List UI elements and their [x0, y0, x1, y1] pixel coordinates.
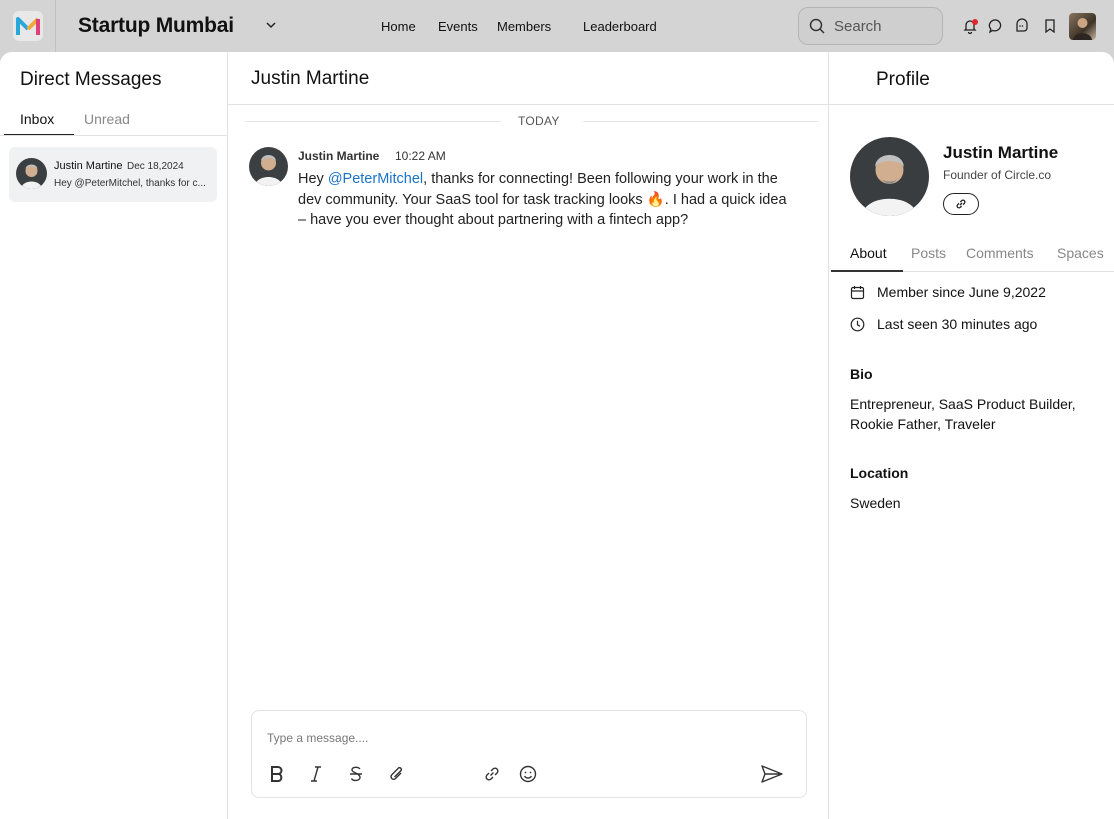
- tab-comments[interactable]: Comments: [966, 245, 1034, 261]
- location-heading: Location: [850, 465, 909, 481]
- message-composer[interactable]: Type a message....: [251, 710, 807, 798]
- main-panel: Direct Messages Inbox Unread Justin Mart…: [0, 52, 1114, 819]
- profile-name: Justin Martine: [943, 143, 1059, 162]
- search-icon: [809, 18, 825, 34]
- profile-header-divider: [829, 104, 1114, 105]
- paperclip-icon: [390, 767, 402, 780]
- send-icon: [761, 765, 783, 783]
- member-since-text: Member since June 9,2022: [877, 284, 1046, 300]
- tab-about[interactable]: About: [850, 245, 887, 261]
- community-logo-icon[interactable]: [12, 11, 43, 41]
- search-placeholder: Search: [834, 17, 882, 35]
- smiley-icon: [519, 765, 537, 783]
- link-icon: [485, 767, 499, 781]
- community-name[interactable]: Startup Mumbai: [78, 14, 234, 38]
- conversation-item[interactable]: Justin Martine Dec 18,2024 Hey @PeterMit…: [9, 147, 217, 202]
- conversation-avatar: [16, 158, 47, 189]
- fire-emoji: 🔥: [646, 191, 665, 208]
- bookmark-icon[interactable]: [1042, 18, 1058, 34]
- attachment-button[interactable]: [387, 764, 407, 784]
- top-navbar: Startup Mumbai Home Events Members Leade…: [0, 0, 1114, 52]
- message-time: 10:22 AM: [395, 149, 446, 163]
- chat-header-divider: [228, 104, 829, 105]
- profile-avatar: [850, 137, 929, 216]
- user-avatar[interactable]: [1069, 13, 1096, 40]
- conversation-preview: Hey @PeterMitchel, thanks for c...: [54, 178, 206, 189]
- direct-messages-title: Direct Messages: [20, 69, 162, 90]
- message-author[interactable]: Justin Martine: [298, 149, 379, 163]
- nav-events[interactable]: Events: [438, 0, 478, 52]
- link-icon: [956, 199, 966, 209]
- clock-icon: [850, 317, 865, 331]
- last-seen-row: Last seen 30 minutes ago: [850, 315, 1037, 333]
- profile-link-button[interactable]: [943, 193, 979, 215]
- conversation-date: Dec 18,2024: [127, 161, 184, 172]
- nav-home[interactable]: Home: [381, 0, 416, 52]
- chat-title: Justin Martine: [251, 68, 370, 89]
- notification-badge: [972, 19, 978, 25]
- bio-text: Entrepreneur, SaaS Product Builder, Rook…: [850, 396, 1076, 432]
- link-button[interactable]: [482, 764, 502, 784]
- italic-button[interactable]: [306, 764, 326, 784]
- profile-title: Profile: [876, 69, 930, 90]
- italic-icon: [311, 766, 321, 782]
- user-mention[interactable]: @PeterMitchel: [328, 171, 423, 187]
- message-body: Hey @PeterMitchel, thanks for connecting…: [298, 169, 788, 231]
- bio-heading: Bio: [850, 366, 873, 382]
- conversation-name: Justin Martine: [54, 160, 123, 172]
- message-avatar[interactable]: [249, 147, 288, 186]
- last-seen-text: Last seen 30 minutes ago: [877, 316, 1038, 332]
- bold-button[interactable]: [267, 764, 287, 784]
- chat-bubble-icon[interactable]: [988, 18, 1004, 34]
- tab-unread[interactable]: Unread: [84, 111, 130, 127]
- member-since-row: Member since June 9,2022: [850, 283, 1046, 301]
- bold-icon: [271, 766, 283, 782]
- strikethrough-button[interactable]: [346, 764, 366, 784]
- profile-panel: Profile Justin Martine Founder of Circle…: [829, 52, 1114, 819]
- messages-icon[interactable]: [1014, 18, 1030, 34]
- active-tab-indicator: [4, 134, 74, 135]
- search-input[interactable]: Search: [798, 7, 943, 45]
- chat-panel: Justin Martine TODAY Justin Martine 10:2…: [228, 52, 829, 819]
- chevron-down-icon[interactable]: [263, 17, 279, 33]
- message-text: Hey: [298, 171, 328, 187]
- tab-posts[interactable]: Posts: [911, 245, 946, 261]
- nav-members[interactable]: Members: [497, 0, 551, 52]
- profile-role: Founder of Circle.co: [943, 168, 1052, 182]
- tab-inbox[interactable]: Inbox: [20, 111, 54, 127]
- location-text: Sweden: [850, 495, 901, 511]
- strikethrough-icon: [350, 766, 362, 782]
- message-input[interactable]: Type a message....: [267, 731, 368, 745]
- day-separator-left: [245, 121, 501, 122]
- tabs-divider: [0, 135, 227, 136]
- direct-messages-panel: Direct Messages Inbox Unread Justin Mart…: [0, 52, 228, 819]
- profile-active-tab-indicator: [831, 270, 903, 272]
- day-separator-right: [583, 121, 818, 122]
- logo-container[interactable]: [0, 0, 56, 52]
- emoji-button[interactable]: [518, 764, 538, 784]
- calendar-icon: [850, 285, 865, 299]
- day-label: TODAY: [518, 114, 560, 128]
- tab-spaces[interactable]: Spaces: [1057, 245, 1104, 261]
- send-button[interactable]: [760, 764, 784, 784]
- nav-leaderboard[interactable]: Leaderboard: [583, 0, 657, 52]
